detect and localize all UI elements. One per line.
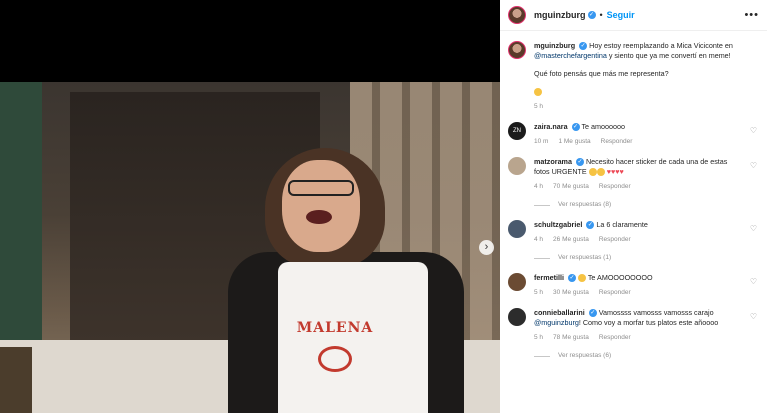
caption-time: 5 h [534,103,544,110]
reply-button[interactable]: Responder [599,333,631,343]
view-replies-label: Ver respuestas (1) [558,254,612,261]
comment-item: fermetilli ✓ Te AMOOOOOOOO 5 h 30 Me gus… [508,273,759,298]
caption: mguinzburg ✓ Hoy estoy reemplazando a Mi… [508,41,759,112]
comment-likes[interactable]: 70 Me gusta [553,182,589,192]
verified-badge-icon: ✓ [579,42,588,51]
verified-badge-icon: ✓ [571,123,580,132]
view-replies-button[interactable]: Ver respuestas (6) [534,351,739,361]
comment-item: connieballarini ✓ Vamossss vamosss vamos… [508,308,759,361]
comment-item: matzorama ✓ Necesito hacer sticker de ca… [508,157,759,210]
emoji-icon [596,168,605,177]
verified-badge-icon: ✓ [588,309,597,318]
caption-avatar[interactable] [508,41,526,59]
commenter-avatar[interactable] [508,157,526,175]
person-mouth [306,210,332,224]
commenter-avatar[interactable] [508,220,526,238]
commenter-username[interactable]: matzorama [534,157,572,166]
comment-time: 4 h [534,183,544,190]
comments-list: mguinzburg ✓ Hoy estoy reemplazando a Mi… [500,31,767,361]
view-replies-button[interactable]: Ver respuestas (1) [534,253,739,263]
commenter-avatar[interactable] [508,308,526,326]
caption-text-2: y siento que ya me convertí en meme! [608,51,731,60]
comment-item: schultzgabriel ✓ La 6 claramente 4 h 26 … [508,220,759,263]
heart-outline-icon[interactable]: ♡ [750,126,757,135]
caption-question: Qué foto pensás que más me representa? [534,69,669,78]
emoji-icon [588,168,597,177]
comment-text-2: ! Como voy a morfar tus platos este añoo… [578,318,719,327]
view-replies-button[interactable]: Ver respuestas (8) [534,200,739,210]
background-stool [0,347,32,413]
commenter-avatar[interactable]: ZN [508,122,526,140]
caption-mention[interactable]: @masterchefargentina [534,51,607,60]
verified-badge-icon: ✓ [567,274,576,283]
comment-text: Te amoooooo [581,122,625,131]
view-replies-label: Ver respuestas (8) [558,201,612,208]
commenter-username[interactable]: zaira.nara [534,122,568,131]
comment-item: ZN zaira.nara ✓ Te amoooooo 10 m 1 Me gu… [508,122,759,147]
apron [278,262,428,413]
reply-button[interactable]: Responder [599,235,631,245]
background-wall [0,82,42,342]
commenter-username[interactable]: fermetilli [534,273,564,282]
post-header: mguinzburg ✓ • Seguir ••• [500,0,767,31]
separator-dot: • [599,10,603,20]
heart-outline-icon[interactable]: ♡ [750,161,757,170]
person-glasses [288,180,354,196]
view-replies-label: Ver respuestas (6) [558,352,612,359]
heart-outline-icon[interactable]: ♡ [750,224,757,233]
comment-text: Vamossss vamosss vamosss carajo [598,308,714,317]
more-horizontal-icon[interactable]: ••• [744,9,759,21]
person-face [282,160,360,252]
caption-text: Hoy estoy reemplazando a Mica Viciconte … [589,41,733,50]
commenter-username[interactable]: schultzgabriel [534,220,582,229]
apron-logo [318,346,352,372]
comment-likes[interactable]: 30 Me gusta [553,288,589,298]
follow-button[interactable]: Seguir [607,10,635,20]
comment-likes[interactable]: 26 Me gusta [553,235,589,245]
comment-likes[interactable]: 78 Me gusta [553,333,589,343]
commenter-username[interactable]: connieballarini [534,308,585,317]
comment-time: 10 m [534,138,549,145]
post-sidebar: mguinzburg ✓ • Seguir ••• mguinzburg ✓ H… [500,0,767,413]
comment-time: 4 h [534,236,544,243]
comment-text: La 6 claramente [596,220,648,229]
chevron-right-icon[interactable]: › [479,240,494,255]
author-username[interactable]: mguinzburg [534,10,586,20]
red-heart-icon: ♥♥♥♥ [606,167,624,176]
commenter-avatar[interactable] [508,273,526,291]
comment-likes[interactable]: 1 Me gusta [558,137,590,147]
comment-time: 5 h [534,334,544,341]
verified-badge-icon: ✓ [587,11,596,19]
reply-button[interactable]: Responder [601,137,633,147]
comment-text: Te AMOOOOOOOO [587,273,653,282]
heart-outline-icon[interactable]: ♡ [750,277,757,286]
heart-outline-icon[interactable]: ♡ [750,312,757,321]
emoji-icon [534,88,542,97]
verified-badge-icon: ✓ [575,158,584,167]
verified-badge-icon: ✓ [586,221,595,230]
reply-button[interactable]: Responder [599,288,631,298]
comment-mention[interactable]: @mguinzburg [534,318,579,327]
comment-time: 5 h [534,289,544,296]
emoji-icon [577,274,586,283]
author-avatar[interactable] [508,6,526,24]
photo-area: MALENA › [0,0,500,413]
apron-name: MALENA [296,320,374,336]
reply-button[interactable]: Responder [599,182,631,192]
caption-username[interactable]: mguinzburg [534,41,575,50]
